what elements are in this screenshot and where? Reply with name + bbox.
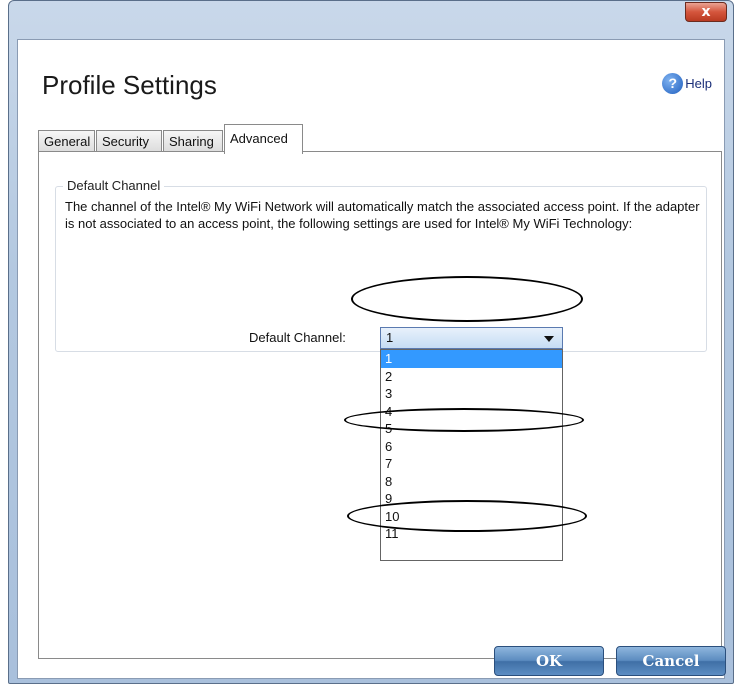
default-channel-select[interactable]: 1 [380,327,563,349]
tab-security[interactable]: Security [96,130,162,152]
dialog-window: x Profile Settings ? Help General Securi… [8,0,734,684]
tab-sharing[interactable]: Sharing [163,130,223,152]
channel-option[interactable]: 6 [381,438,562,456]
advanced-tab-panel: Default Channel The channel of the Intel… [38,151,722,659]
channel-option[interactable]: 7 [381,455,562,473]
ok-button[interactable]: OK [494,646,604,676]
tab-advanced[interactable]: Advanced [224,124,303,154]
page-title: Profile Settings [42,70,217,100]
selected-channel-value: 1 [386,330,394,345]
dialog-client-area: Profile Settings ? Help General Security… [17,39,726,679]
annotation-ellipse-select [351,276,583,322]
group-legend: Default Channel [63,178,165,193]
channel-description: The channel of the Intel® My WiFi Networ… [65,199,700,231]
help-label[interactable]: Help [685,76,712,91]
close-icon: x [701,4,711,20]
channel-option[interactable]: 2 [381,368,562,386]
help-link[interactable]: ? Help [662,72,712,94]
annotation-ellipse-channel-11 [347,500,587,532]
channel-option[interactable]: 1 [381,350,562,368]
channel-option[interactable]: 3 [381,385,562,403]
default-channel-label: Default Channel: [249,330,346,345]
chevron-down-icon[interactable] [544,336,554,342]
help-question-icon[interactable]: ? [662,72,684,94]
channel-option[interactable]: 8 [381,473,562,491]
close-button[interactable]: x [685,2,727,22]
tab-general[interactable]: General [38,130,95,152]
title-bar[interactable]: x [9,1,733,39]
annotation-ellipse-channel-6 [344,408,584,432]
cancel-button[interactable]: Cancel [616,646,726,676]
